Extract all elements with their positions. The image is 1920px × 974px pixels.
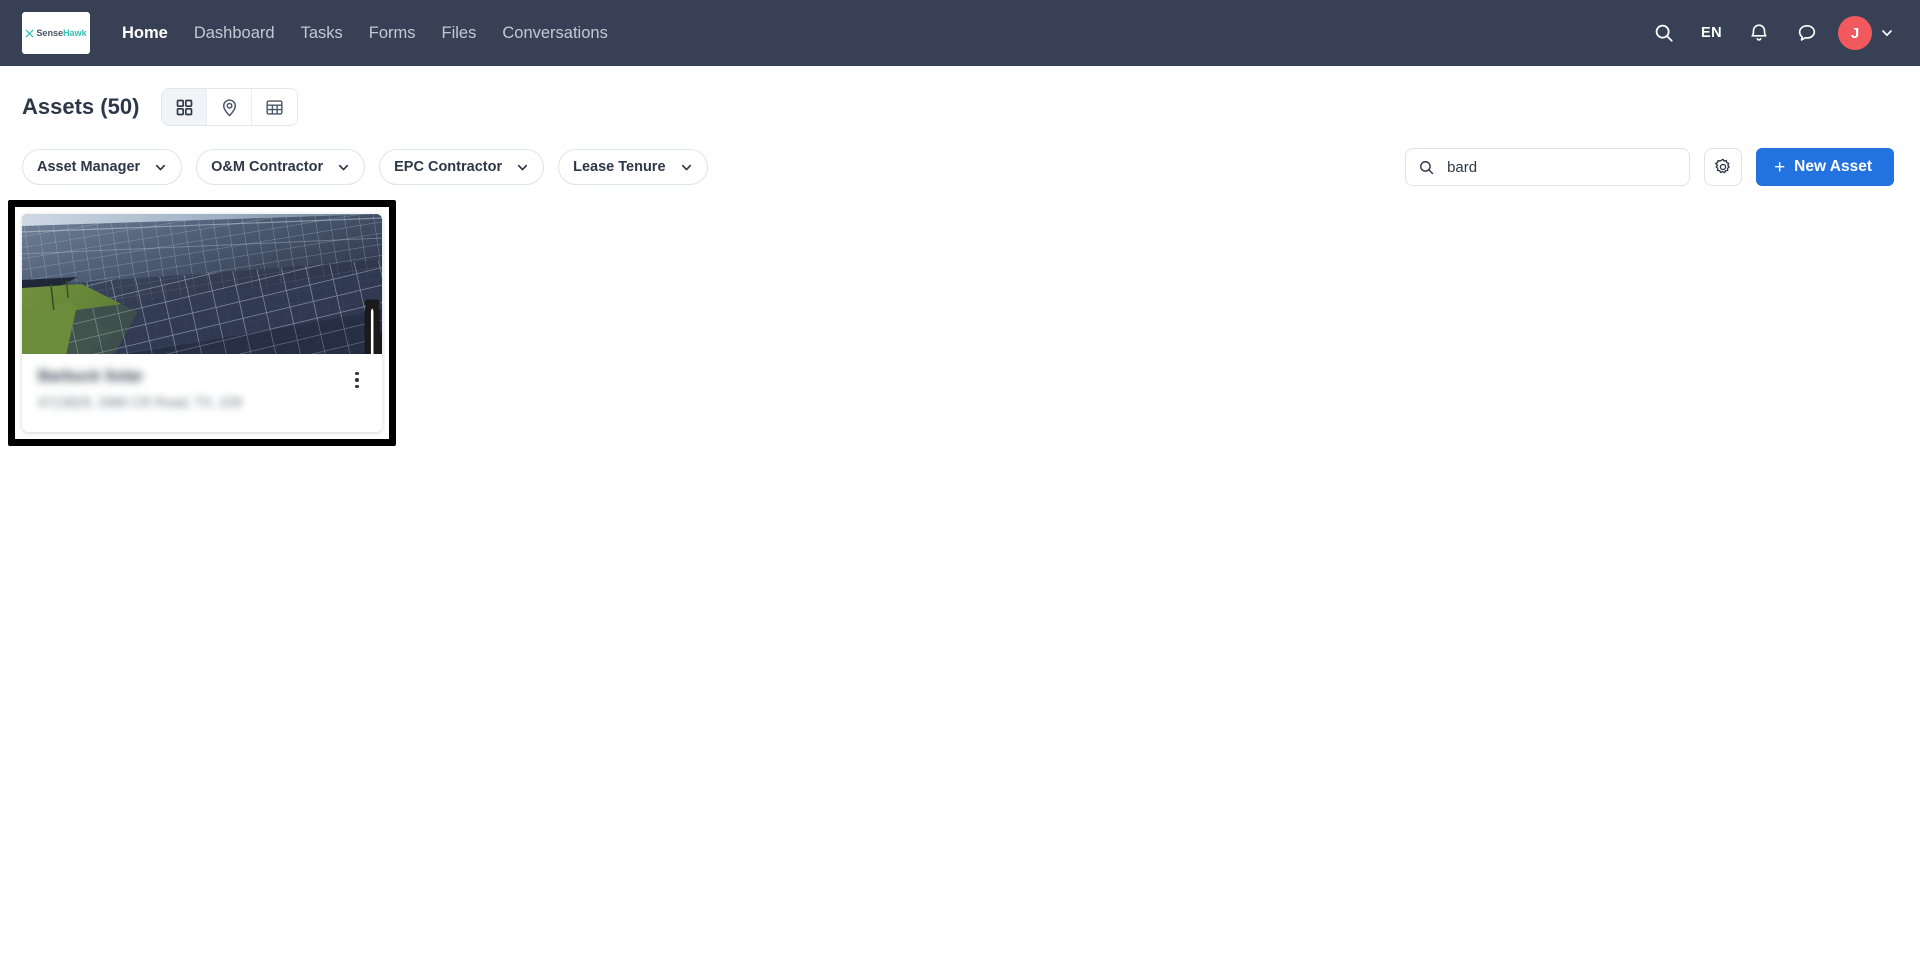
search-icon[interactable] <box>1653 22 1675 44</box>
chevron-down-icon <box>518 164 528 170</box>
table-view-icon <box>266 99 283 115</box>
top-nav-actions: EN J <box>1653 16 1894 50</box>
new-asset-button-label: New Asset <box>1794 158 1872 175</box>
filter-om-contractor-label: O&M Contractor <box>211 159 324 175</box>
nav-link-dashboard[interactable]: Dashboard <box>194 24 275 43</box>
chevron-down-icon <box>156 164 166 170</box>
nav-link-files[interactable]: Files <box>442 24 477 43</box>
plus-icon: + <box>1774 156 1786 178</box>
user-menu[interactable]: J <box>1838 16 1894 50</box>
page-header: Assets (50) <box>0 66 1920 126</box>
chat-bubble-icon[interactable] <box>1796 22 1818 44</box>
asset-card-image[interactable] <box>22 214 382 354</box>
sensehawk-logo[interactable]: SenseHawk <box>22 12 90 54</box>
kebab-dot <box>355 378 359 382</box>
search-icon <box>1420 160 1434 174</box>
filter-asset-manager[interactable]: Asset Manager <box>22 149 183 185</box>
filter-epc-contractor[interactable]: EPC Contractor <box>379 149 545 185</box>
settings-button[interactable] <box>1704 148 1743 186</box>
nav-link-home[interactable]: Home <box>122 24 168 43</box>
x-mark-icon <box>25 28 34 38</box>
kebab-dot <box>355 384 359 388</box>
filter-lease-tenure[interactable]: Lease Tenure <box>558 149 708 185</box>
chevron-down-icon <box>339 164 349 170</box>
top-navigation-bar: SenseHawk Home Dashboard Tasks Forms Fil… <box>0 0 1920 66</box>
filter-om-contractor[interactable]: O&M Contractor <box>196 149 366 185</box>
map-pin-icon <box>222 98 236 116</box>
search-box[interactable] <box>1405 148 1691 186</box>
kebab-menu-icon[interactable] <box>348 370 366 390</box>
asset-card-address: 4713829, 2880 CR Road, TX, 228 <box>38 395 242 410</box>
primary-nav-links: Home Dashboard Tasks Forms Files Convers… <box>122 24 608 43</box>
new-asset-button[interactable]: + New Asset <box>1756 148 1894 186</box>
avatar[interactable]: J <box>1838 16 1872 50</box>
view-mode-toggle <box>161 88 299 126</box>
nav-link-forms[interactable]: Forms <box>369 24 416 43</box>
asset-card-grid: Barbuck Solar 4713829, 2880 CR Road, TX,… <box>0 186 1920 446</box>
asset-card-focus-ring: Barbuck Solar 4713829, 2880 CR Road, TX,… <box>8 200 396 446</box>
search-input[interactable] <box>1447 158 1678 176</box>
logo-wordmark: SenseHawk <box>36 28 86 38</box>
nav-link-tasks[interactable]: Tasks <box>301 24 343 43</box>
filter-bar: Asset Manager O&M Contractor EPC Contrac… <box>0 126 1920 186</box>
view-button-grid[interactable] <box>162 89 208 125</box>
asset-card-title: Barbuck Solar <box>38 368 144 385</box>
asset-card-body: Barbuck Solar 4713829, 2880 CR Road, TX,… <box>22 354 382 432</box>
logo-text-secondary: Hawk <box>62 28 87 38</box>
toolbar-actions: + New Asset <box>1405 148 1894 186</box>
filter-asset-manager-label: Asset Manager <box>37 159 141 175</box>
solar-farm-photo <box>22 214 382 354</box>
bell-icon[interactable] <box>1748 22 1770 44</box>
filter-epc-contractor-label: EPC Contractor <box>394 159 503 175</box>
filter-lease-tenure-label: Lease Tenure <box>573 159 666 175</box>
chevron-down-icon[interactable] <box>1880 26 1894 40</box>
chevron-down-icon <box>681 164 691 170</box>
page-title: Assets (50) <box>22 94 140 119</box>
view-button-table[interactable] <box>252 89 298 125</box>
asset-card[interactable]: Barbuck Solar 4713829, 2880 CR Road, TX,… <box>22 214 382 432</box>
language-selector[interactable]: EN <box>1701 25 1722 41</box>
grid-view-icon <box>176 99 193 115</box>
logo-text-primary: Sense <box>36 28 63 38</box>
kebab-dot <box>355 372 359 376</box>
gear-icon <box>1714 158 1730 174</box>
nav-link-conversations[interactable]: Conversations <box>502 24 607 43</box>
view-button-map[interactable] <box>207 89 253 125</box>
